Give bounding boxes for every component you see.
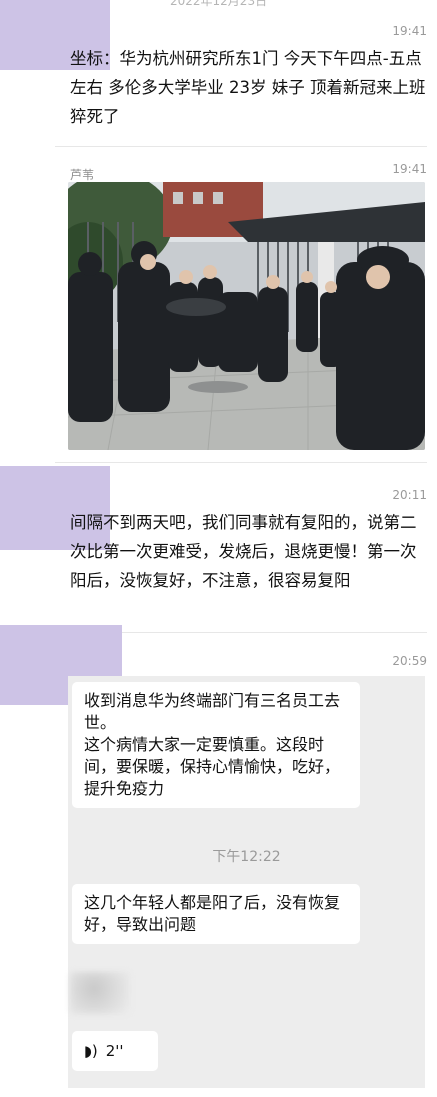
chat-bubble: 这几个年轻人都是阳了后，没有恢复好，导致出问题 — [72, 884, 360, 944]
post-time: 20:59 — [392, 654, 427, 668]
post-text: 间隔不到两天吧，我们同事就有复阳的，说第二次比第一次更难受，发烧后，退烧更慢！第… — [70, 513, 417, 590]
scene-photo-illustration — [68, 182, 425, 450]
post-time: 19:41 — [392, 24, 427, 38]
cut-off-date: 2022年12月23日 — [170, 0, 268, 8]
post-time: 19:41 — [392, 162, 427, 176]
voice-message[interactable]: ◗) 2'' — [72, 1031, 158, 1071]
blurred-avatar — [70, 972, 130, 1014]
chat-screenshot: 收到消息华为终端部门有三名员工去世。 这个病情大家一定要慎重。这段时间，要保暖，… — [68, 676, 425, 1088]
chat-time-label: 下午12:22 — [212, 849, 281, 865]
voice-wave-icon: ◗) — [84, 1042, 98, 1060]
separator — [55, 146, 427, 147]
separator — [55, 462, 427, 463]
chat-bubble: 收到消息华为终端部门有三名员工去世。 这个病情大家一定要慎重。这段时间，要保暖，… — [72, 682, 360, 808]
post-text: 坐标：华为杭州研究所东1门 今天下午四点-五点左右 多伦多大学毕业 23岁 妹子… — [70, 49, 431, 126]
voice-duration: 2'' — [105, 1042, 124, 1060]
sender-name: 芦苇 — [70, 168, 95, 182]
scene-photo[interactable] — [68, 182, 425, 450]
post-time: 20:11 — [392, 488, 427, 502]
